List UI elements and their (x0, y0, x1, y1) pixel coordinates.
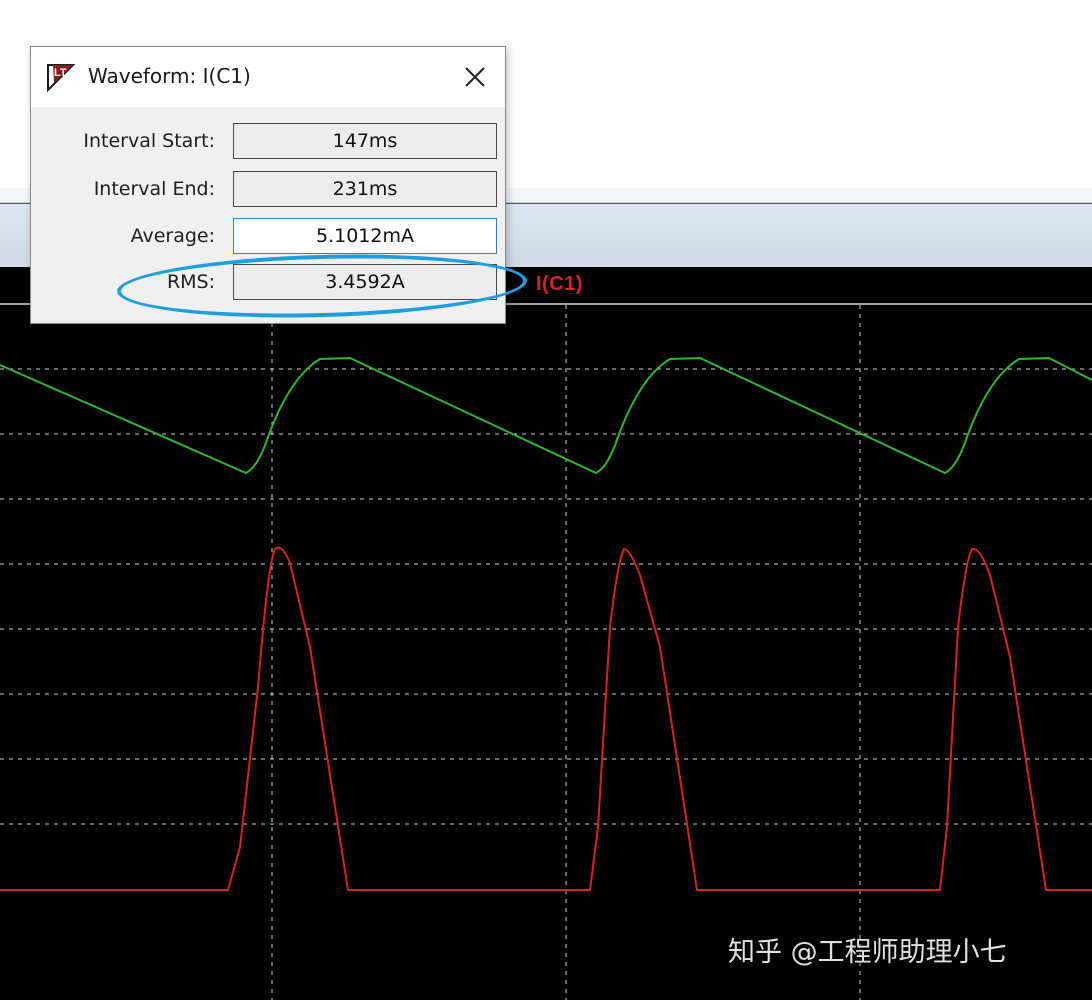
interval-end-field[interactable]: 231ms (233, 171, 497, 207)
dialog-title: Waveform: I(C1) (88, 64, 251, 88)
interval-start-field[interactable]: 147ms (233, 123, 497, 159)
waveform-canvas (0, 303, 1092, 1000)
average-field[interactable]: 5.1012mA (233, 218, 497, 254)
interval-start-label: Interval Start: (83, 130, 215, 152)
waveform-plot[interactable] (0, 267, 1092, 1000)
interval-end-label: Interval End: (93, 178, 215, 200)
svg-text:LT: LT (54, 67, 67, 79)
voltage-trace (0, 356, 1092, 475)
trace-label[interactable]: I(C1) (536, 273, 583, 296)
ltspice-app-icon: LT (47, 64, 76, 93)
dialog-titlebar[interactable]: LT Waveform: I(C1) (31, 47, 505, 107)
plot-grid (0, 305, 1092, 1000)
close-button[interactable] (455, 57, 495, 97)
close-icon (465, 67, 485, 87)
average-label: Average: (130, 225, 215, 247)
watermark: 知乎 @工程师助理小七 (728, 937, 1007, 968)
capacitor-current-trace (0, 546, 1092, 891)
